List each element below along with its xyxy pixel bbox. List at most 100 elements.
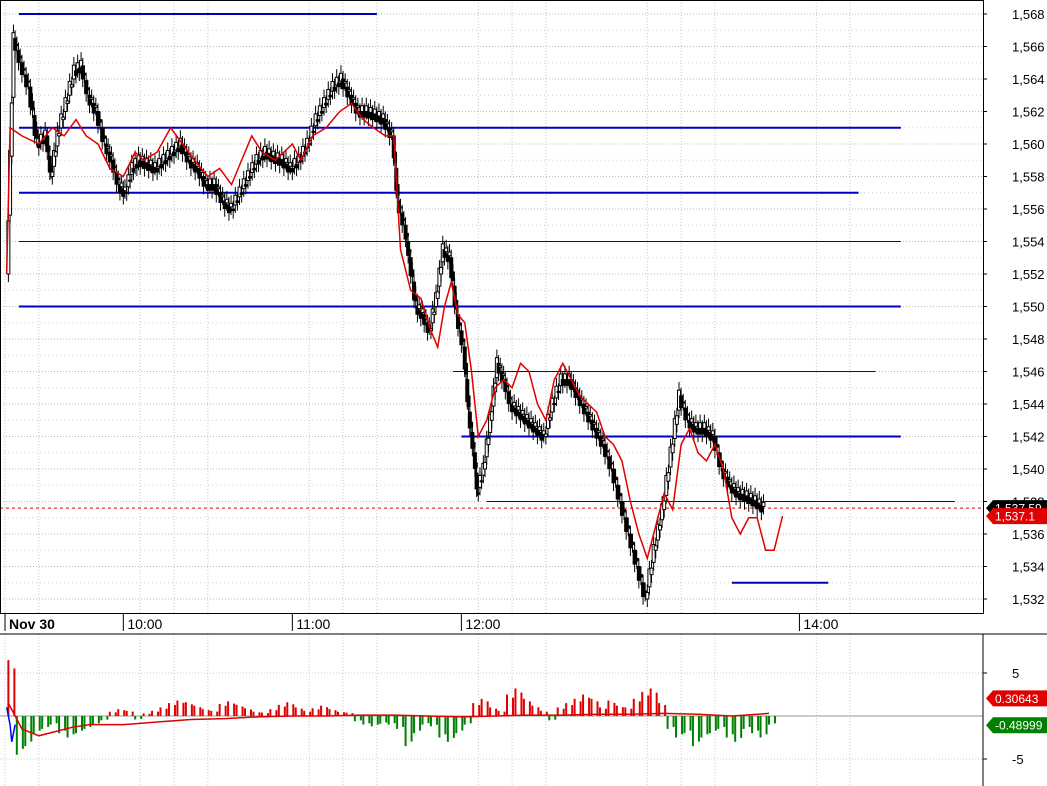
candle-body [214,184,219,195]
candle-body [207,178,212,186]
oscillator-axis[interactable]: 5 -5 0.30643 -0.48999 [983,666,1047,767]
candle-body [430,308,435,324]
candle-body [562,373,567,381]
osc-value-tag[interactable]: -0.48999 [986,717,1047,734]
candle-body [501,373,506,377]
candle-body [124,191,129,194]
candle-body [645,592,650,600]
candle-body [324,102,329,106]
candle-body [685,413,690,416]
candle-body [61,116,66,121]
oscillator-panel-grid [0,634,983,786]
y-tick-label: 1,556 [1012,202,1045,217]
candle-body [439,267,444,275]
price-axis[interactable]: 1,5321,5341,5361,5381,5401,5421,5441,546… [983,7,1047,607]
candle-body [319,111,324,114]
candle-body [328,94,333,98]
candle-body [155,167,160,173]
candle-body [592,422,597,425]
chart-canvas: 1,5321,5341,5361,5381,5401,5421,5441,546… [0,0,1047,786]
candle-body [91,102,96,114]
candle-body [100,127,105,143]
candle-body [489,411,494,421]
candle-body [106,145,111,149]
candle-body [107,151,112,163]
candle-body [508,397,513,400]
candle-body [381,113,386,119]
candle-body [636,566,641,581]
candle-body [744,490,749,497]
candle-body [649,567,654,576]
candle-body [586,411,591,423]
candle-body [512,401,517,407]
candle-body [153,162,158,168]
candle-body [14,43,19,46]
y-tick-label: 1,536 [1012,527,1045,542]
x-tick-label: 10:00 [127,616,162,632]
candle-body [609,462,614,465]
candle-body [123,186,128,192]
candle-body [336,82,341,88]
candle-body [26,80,31,83]
candle-body [241,178,246,190]
candle-body [84,80,89,95]
candle-body [355,105,360,108]
candle-body [77,67,82,74]
candle-body [22,68,27,71]
candle-body [73,70,78,76]
candle-body [104,143,109,155]
candle-body [548,417,553,421]
candle-body [163,159,168,165]
candle-body [761,501,766,507]
osc-tick-label: 5 [1012,666,1019,681]
candle-body [584,405,589,409]
candle-body [93,105,98,108]
candle-body [496,362,501,374]
time-axis[interactable]: Nov 30 10:00 11:00 12:00 14:00 [4,613,839,632]
candle-body [322,97,327,108]
candle-body [332,86,337,92]
candle-body [617,492,622,497]
candle-body [727,479,732,482]
y-tick-label: 1,564 [1012,72,1045,87]
candle-body [619,501,624,516]
candle-body [109,154,114,157]
candle-body [479,480,484,483]
candle-body [63,97,68,112]
candle-body [410,269,415,277]
candle-body [260,155,265,161]
y-tick-label: 1,554 [1012,235,1045,250]
candle-body [611,468,616,484]
candle-body [267,148,272,154]
candle-body [34,129,39,139]
candle-body [476,492,481,495]
y-tick-label: 1,552 [1012,267,1045,282]
candle-body [710,430,715,435]
candle-body [256,159,261,165]
candle-body [82,72,87,76]
candle-body [65,100,70,104]
candle-body [197,167,202,179]
candle-body [184,151,189,163]
candle-body [693,422,698,427]
candle-body [205,184,210,191]
candle-body [594,427,599,439]
average-tag[interactable]: 1,537.1 [986,508,1047,525]
candle-body [565,379,570,386]
y-tick-label: 1,550 [1012,300,1045,315]
candle-body [95,111,100,126]
candle-body [398,206,403,209]
candle-body [343,80,348,84]
candle-body [317,105,322,117]
candle-body [229,202,234,208]
candle-body [450,271,455,281]
candle-body [483,462,488,470]
osc-value-tag[interactable]: 0.30643 [986,690,1047,707]
candle-body [288,162,293,167]
panel-frames [0,0,1047,786]
candle-body [533,422,538,427]
candle-body [698,422,703,429]
candle-body [364,105,369,112]
osc-value-tag-label: -0.48999 [995,719,1043,733]
candle-body [435,291,440,299]
